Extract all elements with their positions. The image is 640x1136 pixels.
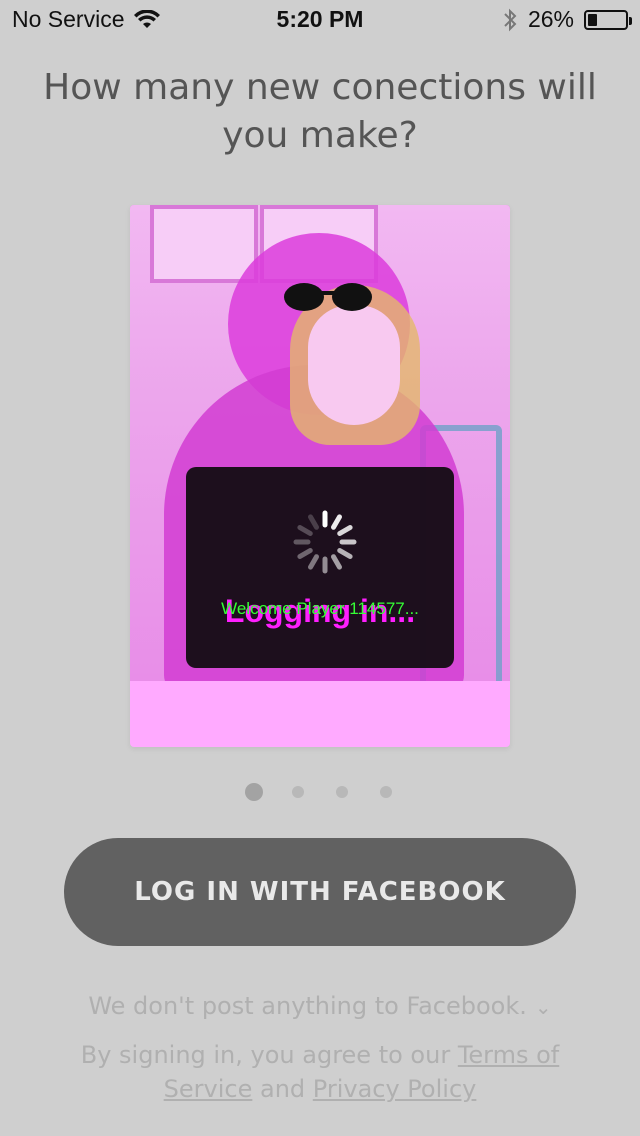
terms-notice: By signing in, you agree to our Terms of…	[80, 1038, 560, 1106]
spinner-icon	[293, 510, 357, 574]
sunglasses-icon	[284, 283, 372, 311]
terms-middle: and	[252, 1075, 313, 1103]
privacy-policy-link[interactable]: Privacy Policy	[313, 1075, 477, 1103]
page-dot[interactable]	[336, 786, 348, 798]
battery-percent: 26%	[527, 6, 574, 32]
terms-prefix: By signing in, you agree to our	[80, 1041, 458, 1069]
onboarding-card[interactable]: Logging in... Welcome Player 114577...	[130, 205, 510, 747]
status-right: 26%	[502, 6, 632, 33]
photo-face	[308, 305, 400, 425]
page-dot-active[interactable]	[245, 783, 263, 801]
page-dot[interactable]	[380, 786, 392, 798]
photo-window	[150, 205, 258, 283]
no-post-notice[interactable]: We don't post anything to Facebook. ⌄	[0, 992, 640, 1020]
bluetooth-icon	[504, 8, 517, 31]
battery-icon	[584, 9, 632, 30]
loading-overlay: Logging in... Welcome Player 114577...	[186, 467, 454, 668]
page-indicator	[0, 782, 640, 802]
facebook-login-button[interactable]: LOG IN WITH FACEBOOK	[64, 838, 576, 946]
no-post-text: We don't post anything to Facebook.	[88, 992, 527, 1020]
battery-level	[588, 13, 597, 26]
welcome-text: Welcome Player 114577...	[221, 599, 419, 618]
headline: How many new conections will you make?	[43, 67, 597, 156]
chevron-down-icon[interactable]: ⌄	[535, 995, 552, 1019]
screen: No Service 5:20 PM 26% How many new cone…	[0, 0, 640, 1136]
status-bar: No Service 5:20 PM 26%	[0, 0, 640, 40]
page-dot[interactable]	[292, 786, 304, 798]
